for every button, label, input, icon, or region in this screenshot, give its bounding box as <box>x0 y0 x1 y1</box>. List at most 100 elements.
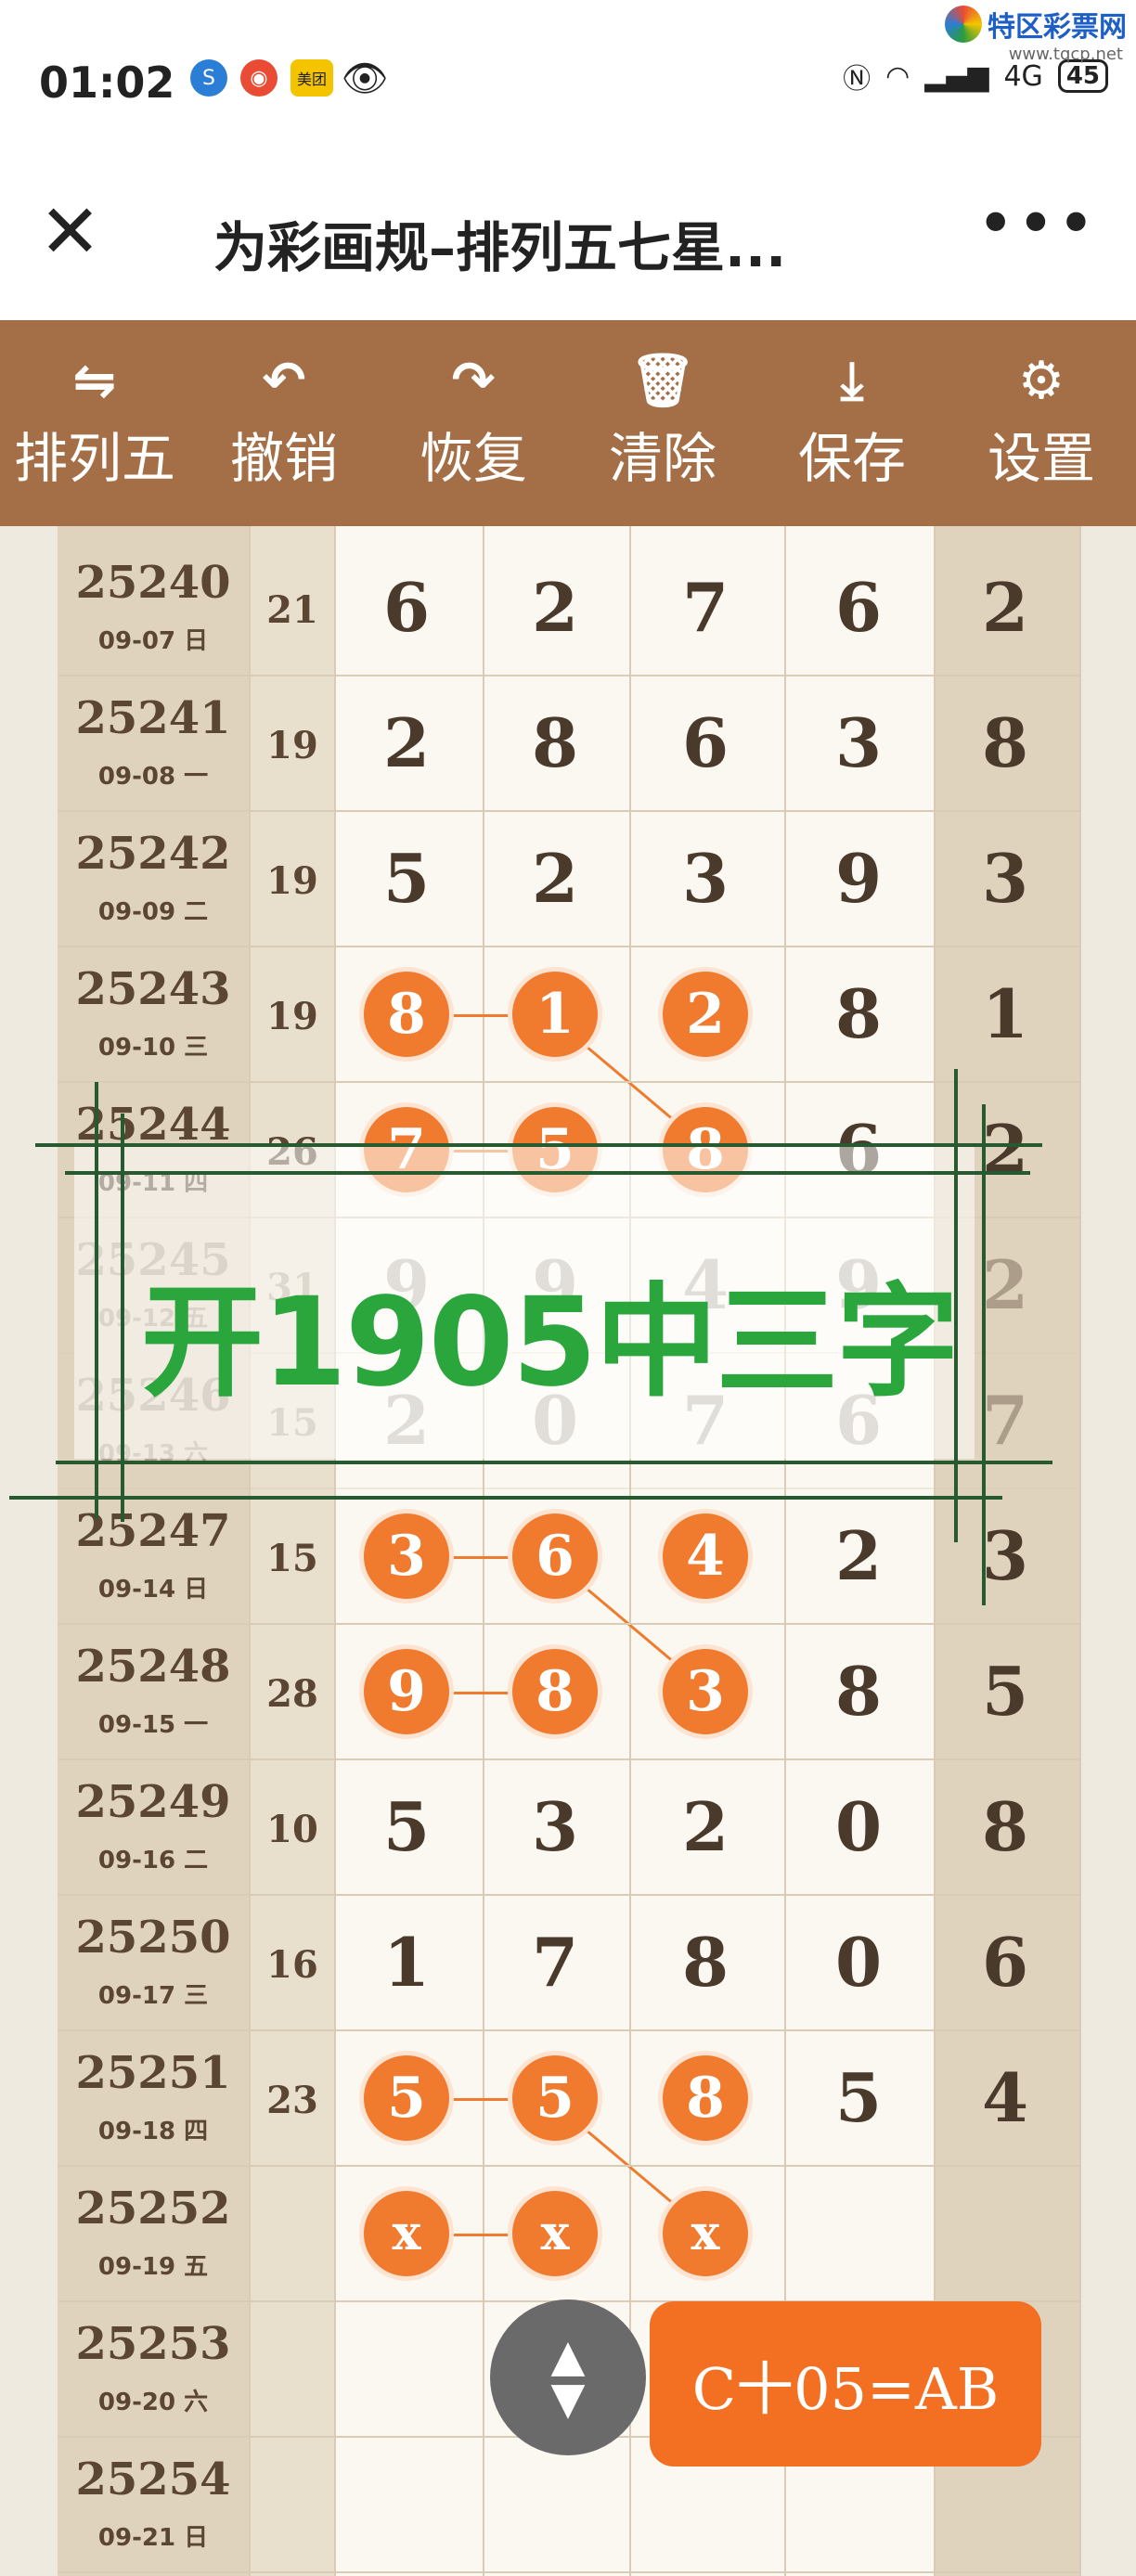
digit-cell[interactable]: 1 <box>364 1920 449 2005</box>
marked-ball[interactable]: 9 <box>364 1649 449 1734</box>
digit-cell[interactable] <box>962 2462 1048 2547</box>
digit-cell[interactable]: 2 <box>663 1784 748 1870</box>
digit-cell[interactable]: 9 <box>816 836 901 921</box>
digit-cell[interactable]: 2 <box>512 565 598 650</box>
marked-ball[interactable]: 8 <box>663 2055 748 2141</box>
close-icon[interactable]: ✕ <box>39 195 101 269</box>
marked-ball[interactable]: 5 <box>512 2055 598 2141</box>
draw-grid[interactable]: 25240 09-07 日 21 6 2 7 6 2 25241 09-08 一 19 2 8 6 3 8 25… <box>0 526 1136 2576</box>
digit-cell[interactable]: 8 <box>816 1649 901 1734</box>
digit-cell[interactable] <box>962 2191 1048 2276</box>
more-menu-button[interactable]: ••• <box>976 186 1097 262</box>
digit-cell[interactable]: 8 <box>962 701 1048 786</box>
marked-ball[interactable]: 5 <box>364 2055 449 2141</box>
digit-cell[interactable]: 8 <box>663 1920 748 2005</box>
marked-ball[interactable]: 8 <box>364 972 449 1057</box>
issue-number: 25247 <box>75 1505 231 1557</box>
digit-cell[interactable]: 3 <box>962 1513 1048 1599</box>
draw-row: 25243 09-10 三 19 8 1 2 8 1 <box>0 947 1136 1083</box>
digit-cell[interactable]: 5 <box>364 836 449 921</box>
digit-cell[interactable]: 2 <box>512 836 598 921</box>
toolbar-undo-button[interactable]: ↶ 撤销 <box>189 320 379 526</box>
digit-cell[interactable]: 5 <box>816 2055 901 2141</box>
digit-cell[interactable]: 7 <box>512 1920 598 2005</box>
issue-number: 25243 <box>75 963 231 1015</box>
digit-cell[interactable]: 4 <box>962 2055 1048 2141</box>
digit-cell[interactable] <box>364 2326 449 2412</box>
toolbar-redo-button[interactable]: ↷ 恢复 <box>379 320 568 526</box>
digit-cell[interactable]: 5 <box>364 1784 449 1870</box>
issue-number: 25252 <box>75 2183 231 2235</box>
digit-cell[interactable]: 2 <box>962 565 1048 650</box>
network-type: 4G <box>1003 59 1043 93</box>
digit-cell[interactable]: 2 <box>962 1107 1048 1192</box>
issue-date: 09-19 五 <box>97 2253 209 2281</box>
issue-date: 09-16 二 <box>97 1847 209 1874</box>
digit-cell[interactable] <box>364 2462 449 2547</box>
issue-number: 25241 <box>75 692 231 744</box>
digit-sum: 19 <box>266 995 318 1038</box>
digit-cell[interactable]: 3 <box>816 701 901 786</box>
digit-cell[interactable] <box>663 2462 748 2547</box>
digit-cell[interactable]: 6 <box>816 565 901 650</box>
digit-cell[interactable]: 6 <box>962 1920 1048 2005</box>
digit-cell[interactable]: 3 <box>962 836 1048 921</box>
digit-cell[interactable]: 0 <box>816 1920 901 2005</box>
digit-cell[interactable] <box>512 2462 598 2547</box>
digit-cell[interactable]: 6 <box>364 565 449 650</box>
issue-date: 09-08 一 <box>97 763 209 791</box>
status-time: 01:02 <box>39 58 175 108</box>
issue-date: 09-20 六 <box>97 2389 209 2416</box>
toolbar-label: 排列五 <box>13 427 175 490</box>
marked-ball[interactable]: x <box>364 2191 449 2276</box>
digit-cell[interactable]: 7 <box>962 1378 1048 1463</box>
app-notification-icon: S <box>190 59 227 97</box>
draw-row: 25248 09-15 一 28 9 8 3 8 5 <box>0 1624 1136 1760</box>
marked-ball[interactable]: 3 <box>663 1649 748 1734</box>
issue-number: 25248 <box>75 1641 231 1693</box>
digit-cell[interactable]: 6 <box>663 701 748 786</box>
digit-cell[interactable]: 3 <box>663 836 748 921</box>
digit-cell[interactable]: 7 <box>663 565 748 650</box>
digit-cell[interactable]: 8 <box>816 972 901 1057</box>
digit-cell[interactable]: 5 <box>962 1649 1048 1734</box>
digit-cell[interactable]: 2 <box>364 701 449 786</box>
toolbar-save-button[interactable]: ⤓ 保存 <box>757 320 947 526</box>
toolbar-settings-button[interactable]: ⚙ 设置 <box>947 320 1136 526</box>
digit-sum: 23 <box>266 2079 318 2122</box>
page-title: 为彩画规–排列五七星... <box>213 216 787 279</box>
formula-badge[interactable]: C十05=AB <box>650 2301 1041 2467</box>
scroll-toggle-button[interactable]: ▲ ▼ <box>490 2299 646 2455</box>
gear-icon: ⚙ <box>1017 351 1065 411</box>
marked-ball[interactable]: 3 <box>364 1513 449 1599</box>
digit-sum: 19 <box>266 724 318 767</box>
digit-cell[interactable]: 0 <box>816 1784 901 1870</box>
digit-cell[interactable] <box>816 2191 901 2276</box>
digit-cell[interactable]: 3 <box>512 1784 598 1870</box>
eye-icon: 👁 <box>341 57 389 100</box>
issue-date: 09-14 日 <box>97 1576 209 1604</box>
digit-cell[interactable] <box>816 2462 901 2547</box>
marked-ball[interactable]: 2 <box>663 972 748 1057</box>
digit-cell[interactable]: 1 <box>962 972 1048 1057</box>
toolbar-switch-button[interactable]: ⇋ 排列五 <box>0 320 189 526</box>
issue-number: 25242 <box>75 828 231 880</box>
undo-icon: ↶ <box>262 351 306 411</box>
marked-ball[interactable]: x <box>512 2191 598 2276</box>
marked-ball[interactable]: 8 <box>512 1649 598 1734</box>
issue-date: 09-15 一 <box>97 1711 209 1739</box>
digit-cell[interactable]: 2 <box>962 1243 1048 1328</box>
digit-sum: 15 <box>266 1537 318 1580</box>
marked-ball[interactable]: 6 <box>512 1513 598 1599</box>
digit-cell[interactable]: 2 <box>816 1513 901 1599</box>
draw-row: 25252 09-19 五xxx <box>0 2166 1136 2302</box>
watermark-logo-icon <box>945 6 982 43</box>
draw-row: 25242 09-09 二 19 5 2 3 9 3 <box>0 811 1136 947</box>
marked-ball[interactable]: x <box>663 2191 748 2276</box>
marked-ball[interactable]: 1 <box>512 972 598 1057</box>
digit-cell[interactable]: 8 <box>962 1784 1048 1870</box>
toolbar-clear-button[interactable]: 🗑 清除 <box>568 320 757 526</box>
digit-cell[interactable]: 8 <box>512 701 598 786</box>
issue-number: 25254 <box>75 2454 231 2505</box>
marked-ball[interactable]: 4 <box>663 1513 748 1599</box>
